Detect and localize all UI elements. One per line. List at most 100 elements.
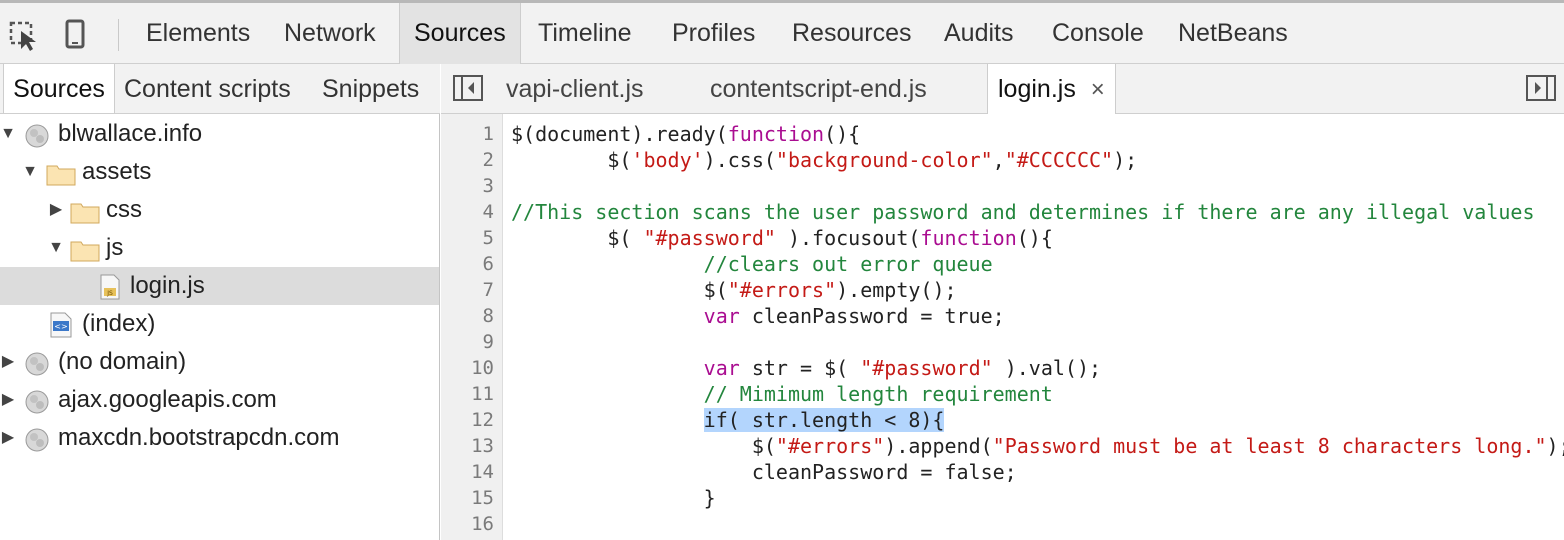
tree-item-label: maxcdn.bootstrapcdn.com [58, 424, 340, 451]
code-area[interactable]: $(document).ready(function(){ $('body').… [511, 114, 1564, 540]
code-token: ).empty(); [836, 278, 957, 302]
inspect-cursor-icon[interactable] [8, 17, 42, 53]
tree-item-label: assets [82, 158, 152, 185]
tree-item-blwallace-info[interactable]: ▼ blwallace.info [0, 115, 439, 153]
collapsed-triangle-icon[interactable]: ▶ [48, 191, 64, 229]
collapsed-triangle-icon[interactable]: ▶ [0, 343, 16, 381]
tab-profiles[interactable]: Profiles [658, 3, 769, 64]
navigator-tab-snippets[interactable]: Snippets [322, 64, 419, 113]
tree-item-js[interactable]: ▼ js [0, 229, 439, 267]
line-number[interactable]: 13 [444, 433, 494, 459]
code-token: //clears out error queue [511, 252, 993, 276]
code-token: function [727, 122, 825, 146]
tree-item-label: (index) [82, 310, 156, 337]
code-token: (){ [1016, 226, 1053, 250]
tab-resources[interactable]: Resources [778, 3, 926, 64]
expand-triangle-icon[interactable]: ▼ [22, 153, 38, 191]
line-number[interactable]: 8 [444, 303, 494, 329]
editor-tab-label: login.js [998, 75, 1076, 103]
code-line: $( "#password" ).focusout(function(){ [511, 225, 1053, 251]
globe-icon [25, 388, 49, 414]
line-number[interactable]: 1 [444, 121, 494, 147]
collapsed-triangle-icon[interactable]: ▶ [0, 419, 16, 457]
expand-triangle-icon[interactable]: ▼ [48, 229, 64, 267]
line-number[interactable]: 12 [444, 407, 494, 433]
line-number[interactable]: 3 [444, 173, 494, 199]
code-token: , [992, 148, 1005, 172]
code-line: $("#errors").append("Password must be at… [511, 433, 1564, 459]
tree-item-label: ajax.googleapis.com [58, 386, 277, 413]
code-token: ); [1546, 434, 1564, 458]
code-line: // Mimimum length requirement [511, 381, 1053, 407]
code-token: "#password" [643, 226, 776, 250]
code-line: $("#errors").empty(); [511, 277, 957, 303]
line-number[interactable]: 10 [444, 355, 494, 381]
code-token: cleanPassword = true; [739, 304, 1005, 328]
editor-tab-login-js[interactable]: login.js × [987, 64, 1116, 114]
code-token: "#password" [860, 356, 993, 380]
tree-item-login-js[interactable]: JS login.js [0, 267, 439, 305]
tab-console[interactable]: Console [1038, 3, 1158, 64]
line-number[interactable]: 14 [444, 459, 494, 485]
tree-item-no-domain[interactable]: ▶ (no domain) [0, 343, 439, 381]
highlighted-code-token: if( str.length < 8){ [703, 408, 945, 432]
tab-audits[interactable]: Audits [930, 3, 1027, 64]
line-number[interactable]: 9 [444, 329, 494, 355]
expand-triangle-icon[interactable]: ▼ [0, 115, 16, 153]
code-token: "#CCCCCC" [1004, 148, 1114, 172]
tree-item-ajax-googleapis[interactable]: ▶ ajax.googleapis.com [0, 381, 439, 419]
tree-item-label: blwallace.info [58, 120, 203, 147]
code-token: "Password must be at least 8 characters … [992, 434, 1547, 458]
globe-icon [25, 350, 49, 376]
navigator-tab-sources[interactable]: Sources [3, 64, 115, 113]
line-number[interactable]: 11 [444, 381, 494, 407]
tab-sources[interactable]: Sources [399, 3, 521, 64]
line-number[interactable]: 16 [444, 511, 494, 537]
code-token: $( [511, 148, 632, 172]
toggle-debugger-icon[interactable] [1526, 75, 1556, 101]
code-line: if( str.length < 8){ [511, 407, 945, 433]
tab-network[interactable]: Network [270, 3, 390, 64]
code-line: //This section scans the user password a… [511, 199, 1535, 225]
mobile-device-icon[interactable] [62, 17, 96, 53]
line-number[interactable]: 6 [444, 251, 494, 277]
line-number[interactable]: 2 [444, 147, 494, 173]
folder-icon [46, 160, 76, 186]
globe-icon [25, 426, 49, 452]
navigator-sidebar: Sources Content scripts Snippets ▼ blwal… [0, 64, 440, 540]
tree-item-assets[interactable]: ▼ assets [0, 153, 439, 191]
toggle-navigator-icon[interactable] [453, 75, 483, 101]
code-token: ).focusout( [775, 226, 921, 250]
globe-icon [25, 122, 49, 148]
svg-text:JS: JS [106, 290, 113, 297]
code-token: var [703, 356, 740, 380]
code-line: cleanPassword = false; [511, 459, 1017, 485]
editor-tab-vapi-client[interactable]: vapi-client.js [506, 64, 644, 113]
code-token: str = $( [739, 356, 861, 380]
line-number[interactable]: 7 [444, 277, 494, 303]
tab-netbeans[interactable]: NetBeans [1164, 3, 1302, 64]
tab-elements[interactable]: Elements [132, 3, 264, 64]
tree-item-maxcdn-bootstrapcdn[interactable]: ▶ maxcdn.bootstrapcdn.com [0, 419, 439, 457]
navigator-tab-content-scripts[interactable]: Content scripts [124, 64, 291, 113]
folder-icon [70, 198, 100, 224]
code-line: var cleanPassword = true; [511, 303, 1005, 329]
code-editor: vapi-client.js contentscript-end.js logi… [441, 64, 1564, 540]
line-number[interactable]: 5 [444, 225, 494, 251]
code-token: "#errors" [775, 434, 885, 458]
line-number[interactable]: 4 [444, 199, 494, 225]
tab-timeline[interactable]: Timeline [524, 3, 646, 64]
tree-item-index[interactable]: <> (index) [0, 305, 439, 343]
code-line: var str = $( "#password" ).val(); [511, 355, 1101, 381]
code-token: //This section scans the user password a… [511, 200, 1535, 224]
html-file-icon: <> [48, 312, 72, 338]
editor-tab-contentscript-end[interactable]: contentscript-end.js [710, 64, 927, 113]
code-token: $( [511, 226, 644, 250]
line-number[interactable]: 15 [444, 485, 494, 511]
tree-item-css[interactable]: ▶ css [0, 191, 439, 229]
toolbar-separator [118, 19, 119, 51]
close-tab-icon[interactable]: × [1091, 76, 1105, 103]
code-token: ).append( [884, 434, 993, 458]
code-token: var [703, 304, 740, 328]
collapsed-triangle-icon[interactable]: ▶ [0, 381, 16, 419]
